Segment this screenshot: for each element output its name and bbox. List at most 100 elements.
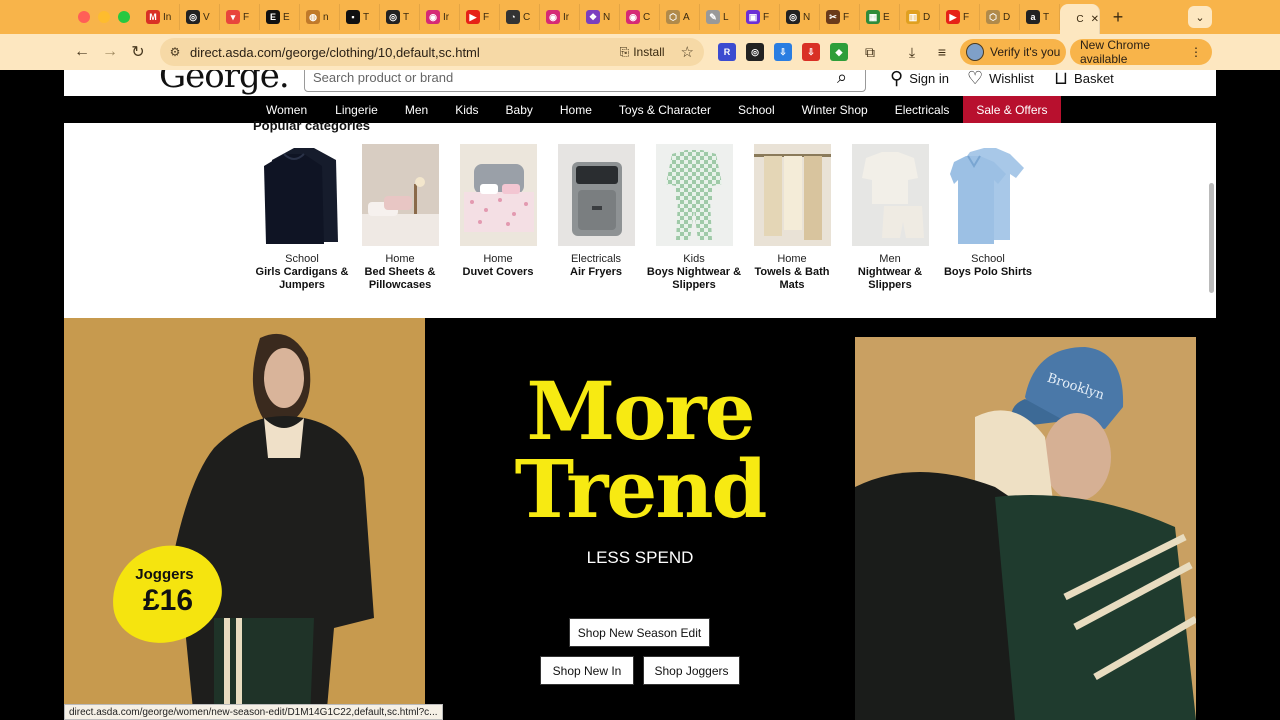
nav-kids[interactable]: Kids <box>455 96 478 123</box>
tab-favicon-icon: ◉ <box>626 10 640 24</box>
tab-favicon-icon: ✎ <box>706 10 720 24</box>
sign-in-link[interactable]: ⚲ Sign in <box>890 70 949 89</box>
browser-tab[interactable]: ⬡ D <box>980 4 1020 30</box>
close-tab-icon[interactable]: ✕ <box>1091 14 1099 25</box>
browser-tab[interactable]: ▦ E <box>860 4 900 30</box>
tab-favicon-icon: ◎ <box>186 10 200 24</box>
category-dept: Kids <box>683 253 705 265</box>
browser-tab[interactable]: ⬡ A <box>660 4 700 30</box>
browser-tab[interactable]: ◉ Ir <box>540 4 580 30</box>
browser-tab[interactable]: ◉ Ir <box>420 4 460 30</box>
extensions-puzzle-icon[interactable]: ⧉ <box>860 42 880 62</box>
page-scrollbar[interactable] <box>1209 183 1214 293</box>
category-name: Duvet Covers <box>462 266 534 278</box>
tab-title: T <box>363 11 370 23</box>
category-card[interactable]: Home Towels & Bath Mats <box>743 144 841 292</box>
search-box[interactable]: Search product or brand ⌕ <box>304 70 866 92</box>
nav-school[interactable]: School <box>738 96 775 123</box>
shop-new-in-button[interactable]: Shop New In <box>540 656 634 685</box>
tab-favicon-icon: ▦ <box>866 10 880 24</box>
tab-title: F <box>963 11 970 23</box>
forward-arrow-icon[interactable]: → <box>96 38 124 66</box>
george-logo[interactable]: George. <box>159 70 290 96</box>
reload-icon[interactable]: ↻ <box>124 38 152 66</box>
browser-tab[interactable]: EE <box>260 4 300 30</box>
more-menu-icon[interactable]: ⋮ <box>1190 45 1202 59</box>
category-card[interactable]: Home Bed Sheets & Pillowcases <box>351 144 449 292</box>
browser-tab[interactable]: ◎ N <box>780 4 820 30</box>
tab-title: A <box>683 11 690 23</box>
browser-tab[interactable]: ▪ T <box>340 4 380 30</box>
category-card[interactable]: Home Duvet Covers <box>449 144 547 292</box>
tab-title: Ir <box>563 11 570 23</box>
tab-search-chevron-icon[interactable]: ⌄ <box>1188 6 1212 28</box>
back-arrow-icon[interactable]: ← <box>68 38 96 66</box>
nav-toys-character[interactable]: Toys & Character <box>619 96 711 123</box>
minimize-window-button[interactable] <box>98 11 110 23</box>
hero-left-model-image[interactable]: Joggers £16 <box>64 318 425 720</box>
browser-tab[interactable]: ◉ C <box>620 4 660 30</box>
install-icon: ⎘ <box>619 44 630 59</box>
search-input[interactable]: Search product or brand <box>305 70 837 85</box>
verify-profile-button[interactable]: Verify it's you <box>960 39 1066 65</box>
browser-tab[interactable]: ▥ D <box>900 4 940 30</box>
browser-tab[interactable]: M In <box>140 4 180 30</box>
browser-tab[interactable]: ◍ n <box>300 4 340 30</box>
tab-favicon-icon: M <box>146 10 160 24</box>
nav-electricals[interactable]: Electricals <box>895 96 950 123</box>
install-app-button[interactable]: ⎘ Install <box>620 45 665 60</box>
downloads-icon[interactable]: ⤓ <box>902 42 922 62</box>
category-card[interactable]: Electricals Air Fryers <box>547 144 645 292</box>
browser-tab[interactable]: ◎ V <box>180 4 220 30</box>
category-name: Bed Sheets & Pillowcases <box>364 266 436 291</box>
category-card[interactable]: School Boys Polo Shirts <box>939 144 1037 292</box>
shop-joggers-button[interactable]: Shop Joggers <box>643 656 740 685</box>
extension-cube-icon[interactable]: ◆ <box>830 43 848 61</box>
browser-tab[interactable]: ◔ C <box>500 4 540 30</box>
browser-tab[interactable]: ✂ F <box>820 4 860 30</box>
bookmark-star-icon[interactable]: ☆ <box>681 43 694 61</box>
active-tab[interactable]: C ✕ <box>1060 4 1100 34</box>
new-chrome-available-button[interactable]: New Chrome available ⋮ <box>1070 38 1212 66</box>
category-card[interactable]: Men Nightwear & Slippers <box>841 144 939 292</box>
browser-tab[interactable]: ▶ F <box>940 4 980 30</box>
media-control-icon[interactable]: ≡ <box>932 42 952 62</box>
zoom-window-button[interactable] <box>118 11 130 23</box>
nav-winter-shop[interactable]: Winter Shop <box>802 96 868 123</box>
browser-tab[interactable]: ✎ L <box>700 4 740 30</box>
close-window-button[interactable] <box>78 11 90 23</box>
browser-tab[interactable]: ◎ T <box>380 4 420 30</box>
site-header: George. Search product or brand ⌕ ⚲ Sign… <box>64 70 1216 96</box>
shop-new-season-edit-button[interactable]: Shop New Season Edit <box>569 618 710 647</box>
address-bar[interactable]: ⚙ direct.asda.com/george/clothing/10,def… <box>160 38 704 66</box>
browser-tab[interactable]: ▶ F <box>460 4 500 30</box>
browser-tab[interactable]: ▣ F <box>740 4 780 30</box>
basket-link[interactable]: ⊔ Basket <box>1054 70 1114 89</box>
wishlist-link[interactable]: ♡ Wishlist <box>967 70 1034 89</box>
new-tab-button[interactable]: + <box>1106 5 1130 29</box>
category-card[interactable]: Kids Boys Nightwear & Slippers <box>645 144 743 292</box>
extension-save-icon[interactable]: ⇩ <box>802 43 820 61</box>
wishlist-label: Wishlist <box>989 71 1034 86</box>
extension-download-icon[interactable]: ⇩ <box>774 43 792 61</box>
air-fryer-image <box>557 144 635 246</box>
tab-favicon-icon: ⬡ <box>666 10 680 24</box>
category-dept: Home <box>385 253 415 265</box>
browser-tab[interactable]: aT <box>1020 4 1060 30</box>
tab-title: C <box>643 11 651 23</box>
extension-chatgpt-icon[interactable]: ◎ <box>746 43 764 61</box>
nav-home[interactable]: Home <box>560 96 592 123</box>
extension-roku-icon[interactable]: R <box>718 43 736 61</box>
browser-tab[interactable]: ❖ N <box>580 4 620 30</box>
tab-title: F <box>763 11 770 23</box>
status-bar-url: direct.asda.com/george/women/new-season-… <box>64 704 443 720</box>
category-card[interactable]: School Girls Cardigans & Jumpers <box>253 144 351 292</box>
hero-right-model-image[interactable]: Brooklyn <box>855 337 1196 720</box>
nav-sale-offers[interactable]: Sale & Offers <box>963 96 1061 123</box>
search-icon[interactable]: ⌕ <box>837 70 865 88</box>
browser-tab[interactable]: ▾ F <box>220 4 260 30</box>
site-info-icon[interactable]: ⚙ <box>160 45 190 59</box>
nav-men[interactable]: Men <box>405 96 428 123</box>
tab-title: F <box>843 11 850 23</box>
nav-baby[interactable]: Baby <box>506 96 533 123</box>
